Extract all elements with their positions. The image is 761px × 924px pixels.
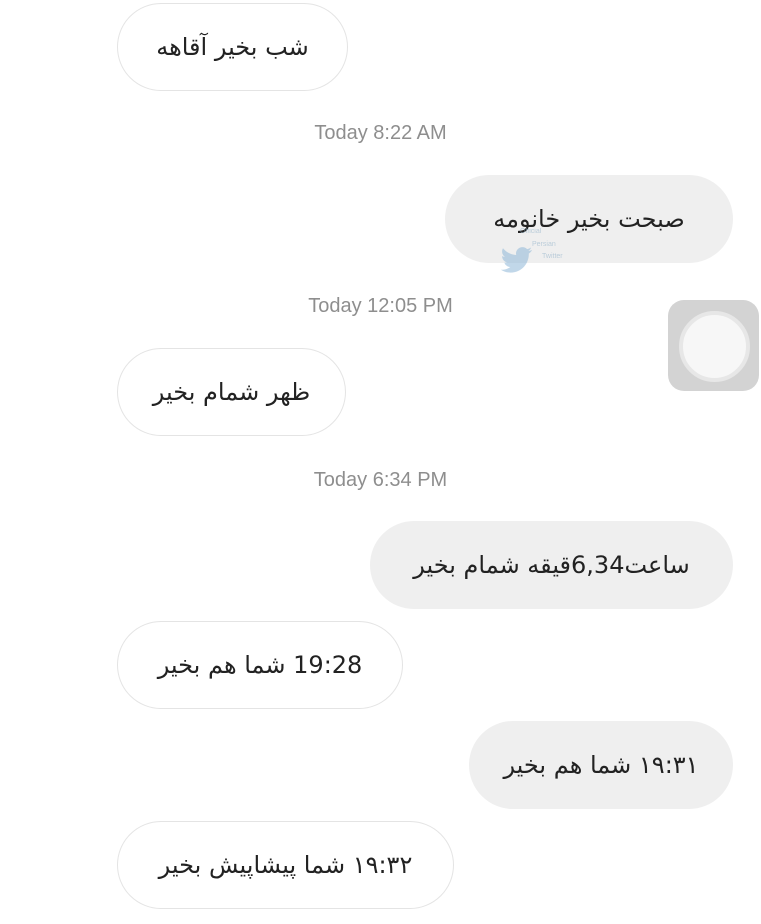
message-bubble-received[interactable]: 19:28 شما هم بخیر: [117, 621, 403, 709]
message-bubble-received[interactable]: شب بخیر آقاهه: [117, 3, 348, 91]
message-text: ساعت6,34قیقه شمام بخیر: [413, 551, 690, 579]
message-text: ۱۹:۳۱ شما هم بخیر: [503, 751, 699, 779]
watermark-line-2: Persian: [532, 241, 556, 248]
timestamp: Today 6:34 PM: [313, 469, 448, 491]
message-text: 19:28 شما هم بخیر: [157, 651, 363, 679]
message-text: ۱۹:۳۲ شما پیشاپیش بخیر: [158, 851, 413, 879]
message-bubble-received[interactable]: ظهر شمام بخیر: [117, 348, 346, 436]
message-text: ظهر شمام بخیر: [152, 378, 311, 406]
assistive-touch-button[interactable]: [668, 300, 759, 391]
message-bubble-sent[interactable]: ساعت6,34قیقه شمام بخیر: [370, 521, 733, 609]
message-bubble-sent[interactable]: ۱۹:۳۱ شما هم بخیر: [469, 721, 733, 809]
timestamp: Today 12:05 PM: [308, 295, 453, 317]
message-bubble-sent[interactable]: صبحت بخیر خانومه: [445, 175, 733, 263]
watermark: Official Persian Twitter: [492, 228, 572, 280]
assistive-touch-icon: [679, 311, 750, 382]
timestamp: Today 8:22 AM: [314, 122, 447, 144]
watermark-line-3: Twitter: [542, 253, 563, 260]
message-text: شب بخیر آقاهه: [156, 33, 309, 61]
message-bubble-received[interactable]: ۱۹:۳۲ شما پیشاپیش بخیر: [117, 821, 454, 909]
watermark-line-1: Official: [520, 228, 542, 235]
twitter-bird-icon: [500, 247, 532, 273]
